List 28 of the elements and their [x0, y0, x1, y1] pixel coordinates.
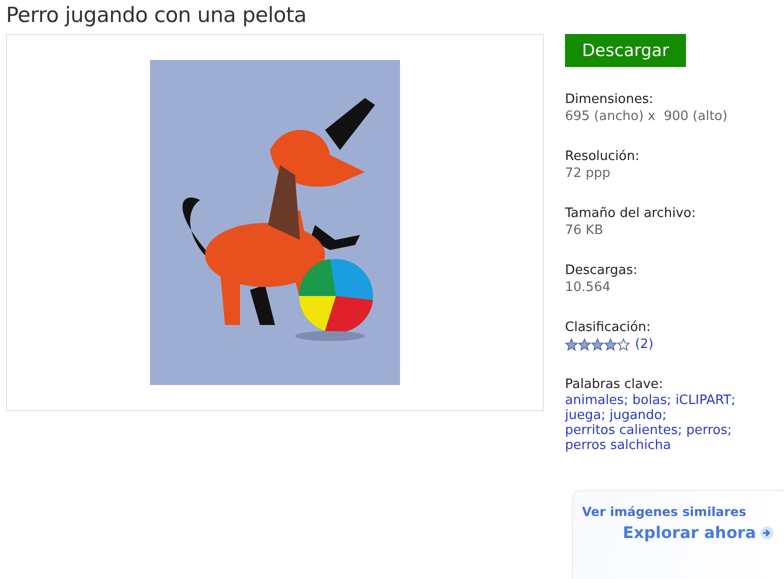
- page-title: Perro jugando con una pelota: [5, 2, 308, 29]
- download-button[interactable]: Descargar: [565, 34, 686, 67]
- keyword-link[interactable]: perros;: [686, 423, 732, 438]
- detail-value: 695 (ancho) x 900 (alto): [565, 108, 728, 125]
- detail-value: 10.564: [565, 279, 610, 296]
- detail-value: 72 ppp: [565, 165, 610, 182]
- star-icon: [604, 338, 617, 351]
- star-icon: [591, 338, 604, 351]
- keyword-link[interactable]: jugando;: [610, 408, 666, 423]
- keyword-link[interactable]: iCLIPART;: [675, 393, 736, 408]
- star-icon: [565, 338, 578, 351]
- keyword-link[interactable]: animales;: [565, 393, 628, 408]
- keyword-link[interactable]: juega;: [565, 408, 606, 423]
- rating-label: Clasificación:: [565, 319, 651, 336]
- keywords-label: Palabras clave:: [565, 376, 664, 393]
- detail-value: 76 KB: [565, 222, 604, 239]
- keyword-link[interactable]: bolas;: [632, 393, 672, 408]
- detail-label: Tamaño del archivo:: [565, 205, 696, 222]
- keyword-link[interactable]: perritos calientes;: [565, 423, 682, 438]
- star-icon: [617, 338, 630, 351]
- star-icon: [578, 338, 591, 351]
- detail-label: Dimensiones:: [565, 91, 654, 108]
- similar-heading: Ver imágenes similares: [582, 504, 748, 519]
- detail-label: Descargas:: [565, 262, 638, 279]
- keyword-link[interactable]: perros salchicha: [565, 438, 671, 453]
- explore-link[interactable]: Explorar ahora: [622, 523, 774, 542]
- detail-label: Resolución:: [565, 148, 640, 165]
- rating-count-link[interactable]: (2): [635, 336, 654, 353]
